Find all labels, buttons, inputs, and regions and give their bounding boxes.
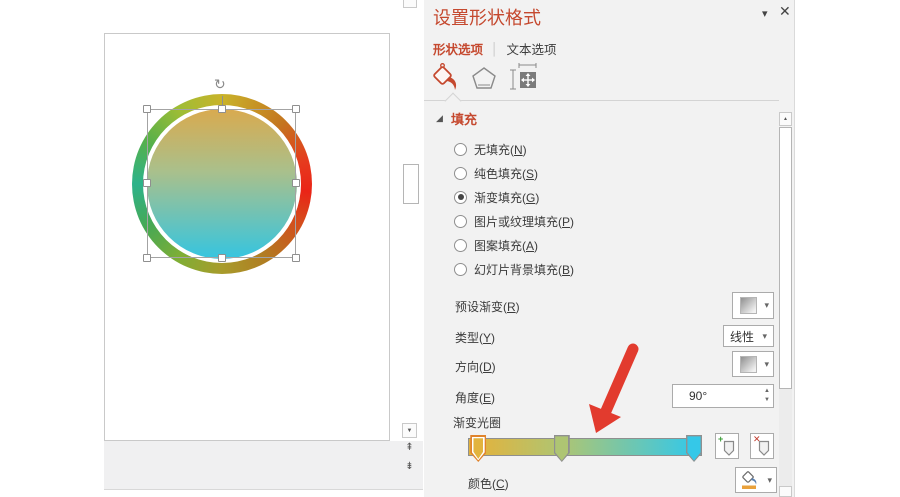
type-dropdown[interactable]: 线性 ▾ [723,325,774,347]
remove-gradient-stop-button[interactable]: ✕ [750,433,774,459]
gradient-swatch-icon [740,297,757,314]
canvas-scrollbar-thumb[interactable] [403,164,419,204]
angle-value: 90° [689,389,708,403]
gradient-bar[interactable] [468,435,703,462]
section-expand-icon[interactable]: ◢ [436,113,443,124]
gradient-stop-icon [723,440,735,456]
chevron-down-icon: ▾ [762,330,767,341]
radio-icon [454,166,467,180]
panel-tabs: 形状选项 │ 文本选项 [433,39,557,58]
radio-icon [454,214,467,228]
panel-collapse-button[interactable]: ▾ [762,7,768,20]
radio-icon [454,190,467,204]
resize-handle-w[interactable] [143,179,151,187]
scroll-up-icon: ▲ [783,116,788,122]
gradient-stops-label: 渐变光圈 [453,416,502,430]
resize-handle-e[interactable] [292,179,300,187]
resize-handle-n[interactable] [218,105,226,113]
radio-picture-texture-fill[interactable]: 图片或纹理填充(P) [454,209,574,233]
spinner-down-icon[interactable]: ▼ [764,396,770,405]
tab-shape-options[interactable]: 形状选项 [433,39,483,58]
rotation-handle-icon[interactable]: ↻ [214,76,226,93]
panel-scrollbar-track[interactable] [779,389,792,486]
next-slide-button[interactable]: ⇟ [402,459,417,473]
type-value: 线性 [730,329,755,344]
tab-divider: │ [491,41,499,56]
fill-section-header[interactable]: 填充 [451,109,477,128]
radio-icon [454,262,467,276]
panel-scroll-up-button[interactable]: ▲ [779,112,792,126]
app-window: ↻ ▼ ⇞ ⇟ 设置形状格式 ▾ ✕ 形状选项 │ 文本选项 ◢ 填充 无填充(… [0,0,900,497]
radio-icon [454,238,467,252]
resize-handle-s[interactable] [218,254,226,262]
spinner-up-icon[interactable]: ▲ [764,387,770,396]
chevron-down-icon: ▾ [767,474,772,485]
selection-bounding-box [147,109,296,258]
plus-icon: + [718,434,724,444]
close-icon: ✕ [779,3,791,19]
angle-label: 角度(E) [455,391,496,405]
prev-slide-icon: ⇞ [405,441,414,453]
resize-handle-nw[interactable] [143,105,151,113]
paint-bucket-color-icon [742,471,757,489]
scroll-down-icon: ▼ [406,427,413,434]
resize-handle-se[interactable] [292,254,300,262]
size-properties-button[interactable] [508,62,538,97]
previous-slide-button[interactable]: ⇞ [402,440,417,454]
chevron-down-icon: ▾ [764,300,769,310]
radio-slide-background-fill[interactable]: 幻灯片背景填充(B) [454,257,574,281]
radio-icon [454,142,467,156]
delete-x-icon: ✕ [753,434,761,444]
resize-handle-sw[interactable] [143,254,151,262]
paint-bucket-icon [433,63,457,90]
direction-dropdown[interactable]: ▾ [732,351,774,377]
panel-title: 设置形状格式 [433,8,541,28]
size-properties-icon [510,63,537,90]
resize-handle-ne[interactable] [292,105,300,113]
effects-button[interactable] [471,66,497,95]
direction-label: 方向(D) [455,360,496,374]
spinner-buttons: ▲ ▼ [764,387,770,405]
radio-pattern-fill[interactable]: 图案填充(A) [454,233,574,257]
add-gradient-stop-button[interactable]: + [715,433,739,459]
color-label: 颜色(C) [468,477,509,491]
editing-area-margin [104,441,423,490]
preset-gradient-dropdown[interactable]: ▾ [732,292,774,319]
tab-text-options[interactable]: 文本选项 [507,39,557,58]
panel-scrollbar-thumb[interactable] [779,127,792,389]
next-slide-icon: ⇟ [405,460,414,472]
radio-gradient-fill[interactable]: 渐变填充(G) [454,185,574,209]
radio-solid-fill[interactable]: 纯色填充(S) [454,161,574,185]
panel-close-button[interactable]: ✕ [779,3,791,20]
fill-options-group: 无填充(N) 纯色填充(S) 渐变填充(G) 图片或纹理填充(P) 图案填充(A… [454,137,574,281]
color-dropdown[interactable]: ▾ [735,467,777,493]
chevron-down-icon: ▾ [764,358,769,369]
canvas-scroll-down-button[interactable]: ▼ [402,423,417,438]
panel-scroll-down-button[interactable] [779,486,792,497]
angle-spinner[interactable]: 90° ▲ ▼ [672,384,774,408]
toolbar-divider [424,100,779,101]
preset-gradient-label: 预设渐变(R) [455,300,520,314]
type-label: 类型(Y) [455,331,496,345]
radio-no-fill[interactable]: 无填充(N) [454,137,574,161]
pentagon-icon [472,67,496,89]
canvas-scroll-up-button[interactable] [403,0,417,8]
rotation-handle-stem [222,96,223,106]
chevron-down-icon: ▾ [762,8,768,20]
gradient-swatch-icon [740,355,757,373]
